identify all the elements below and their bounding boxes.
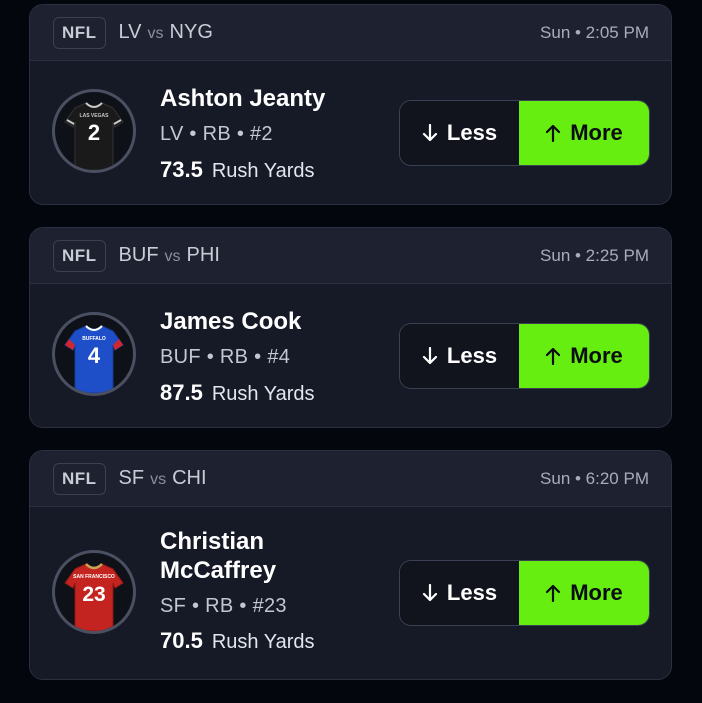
more-button[interactable]: More bbox=[519, 101, 649, 165]
line-value: 70.5 bbox=[160, 628, 203, 653]
prop-line: 73.5 Rush Yards bbox=[160, 157, 314, 183]
pick-buttons: Less More bbox=[399, 560, 650, 626]
less-button[interactable]: Less bbox=[400, 561, 519, 625]
less-label: Less bbox=[446, 120, 498, 145]
pick-card-james-cook: NFL BUF vs PHI Sun • 2:25 PM BUFFALO 4 J… bbox=[29, 227, 672, 428]
jersey-team-text: LAS VEGAS bbox=[80, 113, 110, 119]
pick-card-christian-mccaffrey: NFL SF vs CHI Sun • 6:20 PM SAN FRANCISC… bbox=[29, 450, 672, 680]
arrow-up-icon bbox=[545, 124, 561, 142]
arrow-down-icon bbox=[422, 584, 438, 602]
prop-line: 70.5 Rush Yards bbox=[160, 628, 314, 654]
card-header: NFL BUF vs PHI Sun • 2:25 PM bbox=[30, 228, 671, 284]
home-team: LV bbox=[118, 21, 142, 43]
more-label: More bbox=[570, 343, 623, 368]
pick-card-ashton-jeanty: NFL LV vs NYG Sun • 2:05 PM LAS VEGAS 2 … bbox=[29, 4, 672, 205]
more-button[interactable]: More bbox=[519, 561, 649, 625]
more-label: More bbox=[570, 580, 623, 605]
home-team: BUF bbox=[118, 244, 159, 266]
player-name-first: Christian bbox=[160, 528, 265, 555]
league-badge: NFL bbox=[53, 16, 106, 49]
league-badge: NFL bbox=[53, 239, 106, 272]
arrow-up-icon bbox=[545, 584, 561, 602]
player-jersey-avatar: SAN FRANCISCO 23 bbox=[52, 550, 136, 634]
prop-line: 87.5 Rush Yards bbox=[160, 380, 314, 406]
matchup: LV vs NYG bbox=[119, 21, 213, 44]
league-badge: NFL bbox=[53, 462, 106, 495]
jersey-icon: BUFFALO 4 bbox=[64, 325, 124, 393]
jersey-icon: SAN FRANCISCO 23 bbox=[64, 563, 124, 631]
line-value: 73.5 bbox=[160, 157, 203, 182]
less-label: Less bbox=[446, 343, 498, 368]
jersey-number: 23 bbox=[82, 583, 105, 606]
jersey-icon: LAS VEGAS 2 bbox=[64, 102, 124, 170]
arrow-down-icon bbox=[422, 124, 438, 142]
less-button[interactable]: Less bbox=[400, 324, 519, 388]
line-value: 87.5 bbox=[160, 380, 203, 405]
player-meta: SF • RB • #23 bbox=[160, 595, 287, 617]
player-meta: LV • RB • #2 bbox=[160, 123, 273, 145]
more-label: More bbox=[570, 120, 623, 145]
card-header: NFL SF vs CHI Sun • 6:20 PM bbox=[30, 451, 671, 507]
matchup: BUF vs PHI bbox=[119, 244, 220, 267]
home-team: SF bbox=[118, 467, 145, 489]
jersey-number: 2 bbox=[88, 120, 100, 145]
vs-label: vs bbox=[164, 248, 181, 265]
game-time: Sun • 2:05 PM bbox=[540, 22, 649, 42]
player-jersey-avatar: BUFFALO 4 bbox=[52, 312, 136, 396]
matchup: SF vs CHI bbox=[119, 467, 207, 490]
stat-type: Rush Yards bbox=[211, 631, 315, 653]
more-button[interactable]: More bbox=[519, 324, 649, 388]
away-team: NYG bbox=[169, 21, 213, 43]
away-team: PHI bbox=[186, 244, 220, 266]
away-team: CHI bbox=[172, 467, 207, 489]
card-header: NFL LV vs NYG Sun • 2:05 PM bbox=[30, 5, 671, 61]
jersey-team-text: BUFFALO bbox=[82, 336, 106, 342]
stat-type: Rush Yards bbox=[211, 383, 315, 405]
jersey-team-text: SAN FRANCISCO bbox=[73, 574, 115, 580]
pick-buttons: Less More bbox=[399, 100, 650, 166]
game-time: Sun • 2:25 PM bbox=[540, 245, 649, 265]
player-name: Ashton Jeanty bbox=[160, 85, 326, 112]
arrow-down-icon bbox=[422, 347, 438, 365]
player-meta: BUF • RB • #4 bbox=[160, 346, 291, 368]
jersey-number: 4 bbox=[88, 343, 101, 368]
vs-label: vs bbox=[150, 471, 167, 488]
player-jersey-avatar: LAS VEGAS 2 bbox=[52, 89, 136, 173]
stat-type: Rush Yards bbox=[211, 160, 315, 182]
less-button[interactable]: Less bbox=[400, 101, 519, 165]
pick-buttons: Less More bbox=[399, 323, 650, 389]
game-time: Sun • 6:20 PM bbox=[540, 468, 649, 488]
arrow-up-icon bbox=[545, 347, 561, 365]
player-name-last: McCaffrey bbox=[160, 557, 277, 584]
less-label: Less bbox=[446, 580, 498, 605]
vs-label: vs bbox=[147, 25, 164, 42]
player-name: James Cook bbox=[160, 308, 302, 335]
